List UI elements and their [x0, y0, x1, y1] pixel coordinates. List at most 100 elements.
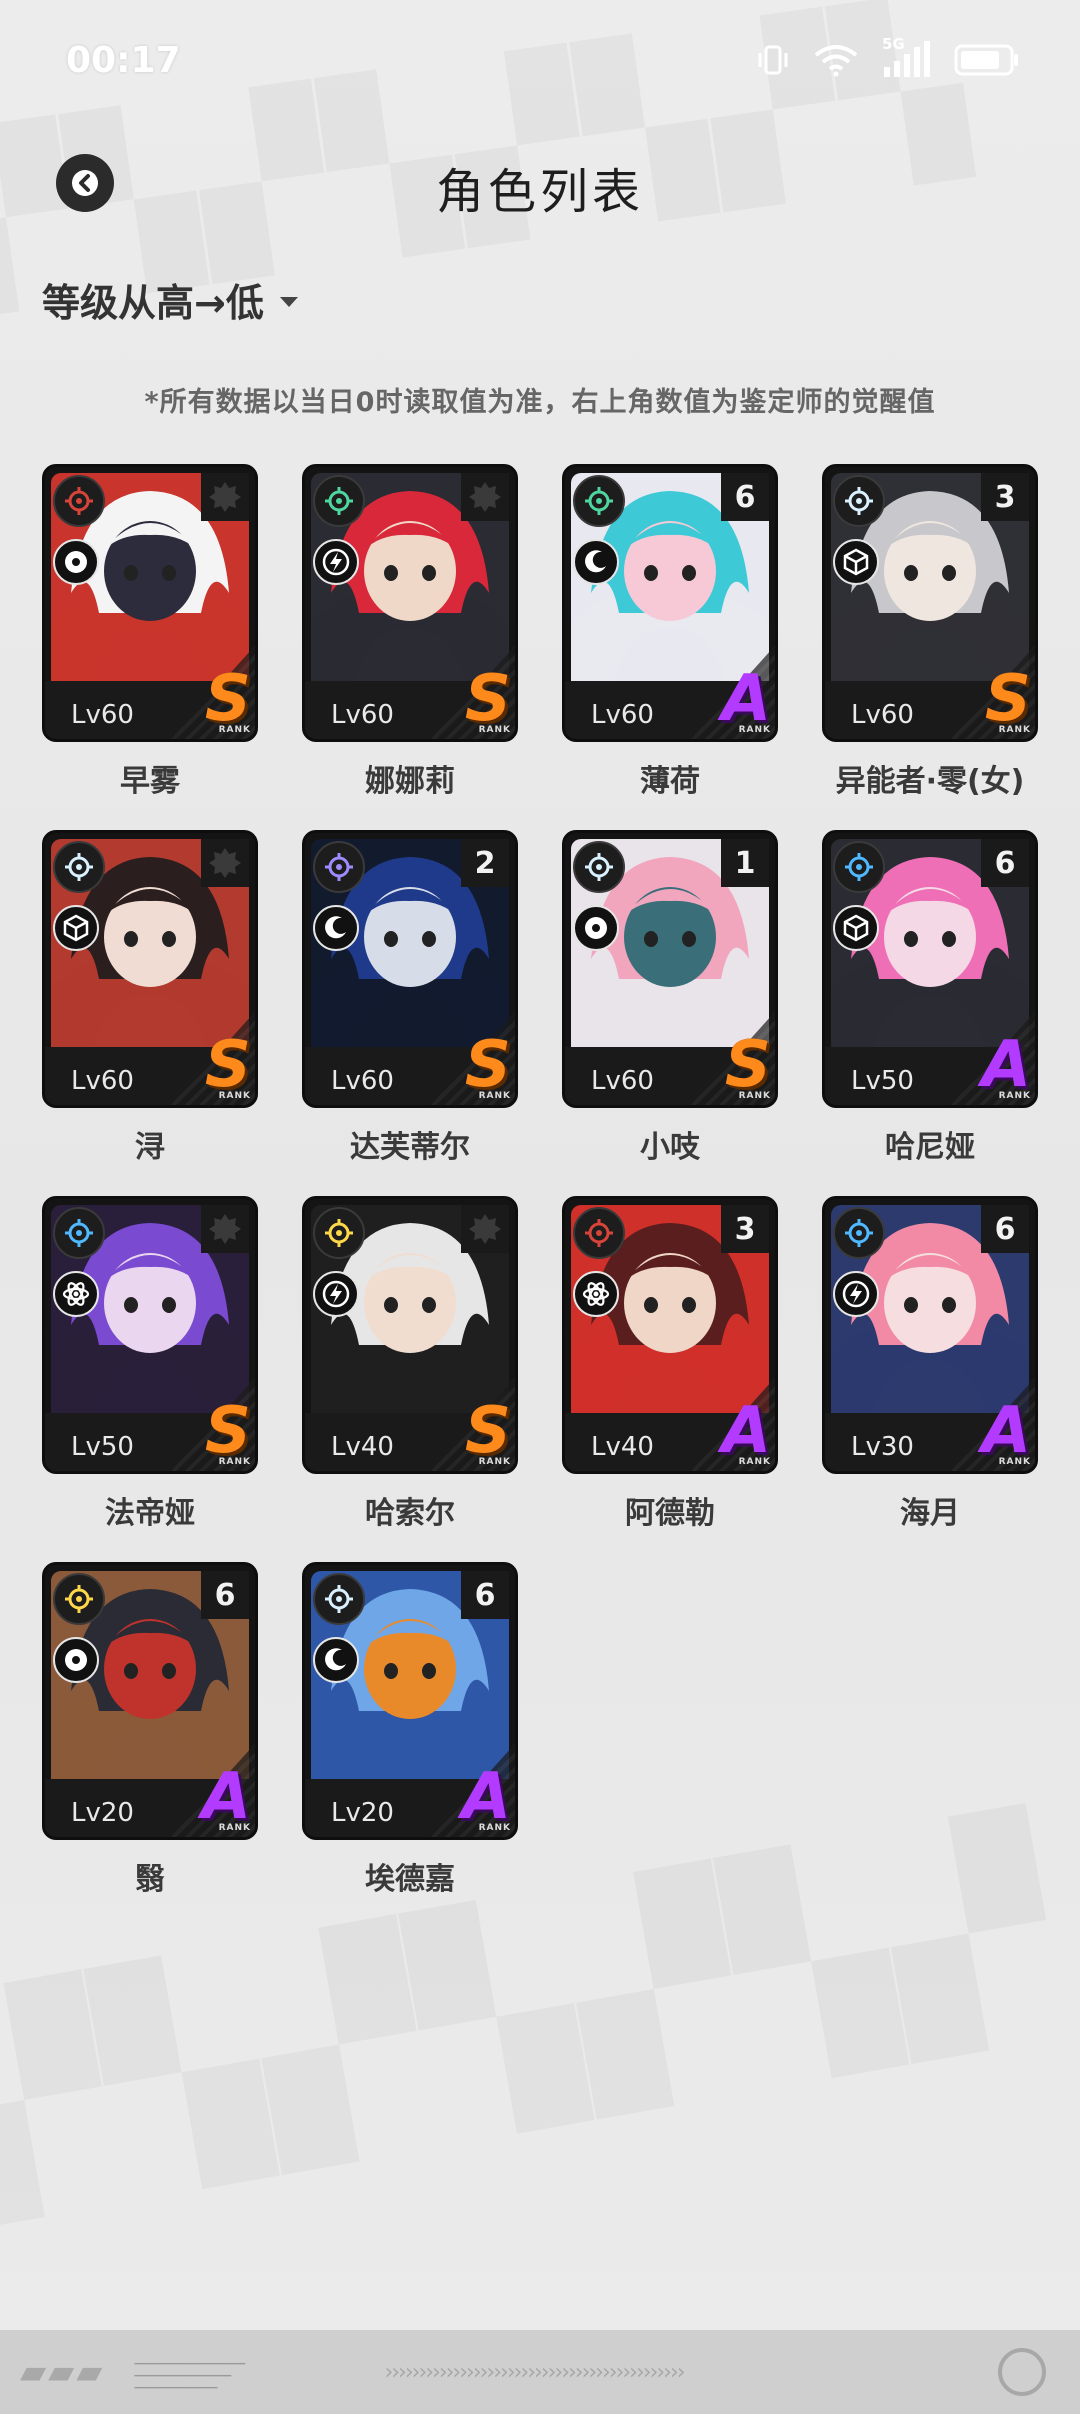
- rank-badge: S RANK: [191, 647, 255, 737]
- element-icon: [833, 841, 885, 893]
- card-footer: Lv60 S RANK: [45, 1033, 255, 1105]
- character-card[interactable]: 6 Lv50 A RANK 哈尼娅: [822, 830, 1038, 1166]
- character-portrait-card[interactable]: 1 Lv60 S RANK: [562, 830, 778, 1108]
- card-footer: Lv60 S RANK: [305, 1033, 515, 1105]
- character-card[interactable]: 3 Lv40 A RANK 阿德勒: [562, 1196, 778, 1532]
- character-portrait-card[interactable]: 6 Lv50 A RANK: [822, 830, 1038, 1108]
- character-portrait-card[interactable]: 6 Lv30 A RANK: [822, 1196, 1038, 1474]
- awaken-badge: [461, 473, 509, 521]
- rank-letter: A: [981, 1394, 1031, 1468]
- character-portrait-card[interactable]: 3 Lv60 S RANK: [822, 464, 1038, 742]
- character-portrait-card[interactable]: Lv60 S RANK: [42, 830, 258, 1108]
- sort-dropdown[interactable]: 等级从高→低: [42, 272, 298, 327]
- rank-sublabel: RANK: [218, 725, 251, 735]
- card-footer: Lv60 S RANK: [565, 1033, 775, 1105]
- atom-type-icon: [53, 1271, 99, 1317]
- awaken-badge: [201, 839, 249, 887]
- character-card[interactable]: 1 Lv60 S RANK 小吱: [562, 830, 778, 1166]
- card-footer: Lv60 A RANK: [565, 667, 775, 739]
- character-name: 翳: [135, 1862, 165, 1897]
- battery-icon: [954, 43, 1020, 77]
- character-name: 哈尼娅: [885, 1130, 975, 1165]
- character-portrait-card[interactable]: 6 Lv60 A RANK: [562, 464, 778, 742]
- character-name: 早雾: [120, 764, 180, 799]
- character-card[interactable]: 6 Lv60 A RANK 薄荷: [562, 464, 778, 800]
- rank-sublabel: RANK: [738, 725, 771, 735]
- awaken-badge: 6: [461, 1571, 509, 1619]
- character-card[interactable]: Lv60 S RANK 浔: [42, 830, 258, 1166]
- character-name: 埃德嘉: [365, 1862, 455, 1897]
- character-portrait-card[interactable]: Lv40 S RANK: [302, 1196, 518, 1474]
- awaken-empty-icon: [209, 848, 241, 878]
- element-icon: [833, 1207, 885, 1259]
- rank-sublabel: RANK: [738, 1091, 771, 1101]
- character-portrait-card[interactable]: Lv60 S RANK: [42, 464, 258, 742]
- element-icon: [53, 1573, 105, 1625]
- rank-badge: S RANK: [191, 1379, 255, 1469]
- signal-icon: 5G: [882, 35, 932, 79]
- awaken-badge: [461, 1205, 509, 1253]
- character-card[interactable]: Lv50 S RANK 法帝娅: [42, 1196, 258, 1532]
- rank-letter: S: [724, 1028, 771, 1102]
- page-title: 角色列表: [435, 164, 644, 220]
- character-card[interactable]: 2 Lv60 S RANK 达芙蒂尔: [302, 830, 518, 1166]
- rank-letter: S: [464, 1028, 511, 1102]
- awaken-empty-icon: [209, 482, 241, 512]
- rank-sublabel: RANK: [218, 1457, 251, 1467]
- character-card[interactable]: 6 Lv20 A RANK 埃德嘉: [302, 1562, 518, 1898]
- moon-type-icon: [313, 905, 359, 951]
- character-name: 异能者·零(女): [835, 764, 1025, 799]
- character-card[interactable]: Lv60 S RANK 早雾: [42, 464, 258, 800]
- rank-sublabel: RANK: [478, 1823, 511, 1833]
- character-name: 海月: [900, 1496, 960, 1531]
- card-footer: Lv60 S RANK: [305, 667, 515, 739]
- rank-badge: A RANK: [971, 1013, 1035, 1103]
- character-card[interactable]: 3 Lv60 S RANK 异能者·零(女): [822, 464, 1038, 800]
- character-portrait-card[interactable]: 6 Lv20 A RANK: [302, 1562, 518, 1840]
- status-bar: 00:17 5G: [0, 0, 1080, 120]
- awaken-value: 6: [214, 1577, 236, 1613]
- character-card[interactable]: Lv40 S RANK 哈索尔: [302, 1196, 518, 1532]
- character-card[interactable]: Lv60 S RANK 娜娜莉: [302, 464, 518, 800]
- awaken-badge: 6: [981, 839, 1029, 887]
- awaken-badge: [201, 473, 249, 521]
- element-icon: [573, 1207, 625, 1259]
- character-name: 浔: [135, 1130, 165, 1165]
- character-name: 薄荷: [640, 764, 700, 799]
- character-card[interactable]: 6 Lv20 A RANK 翳: [42, 1562, 258, 1898]
- awaken-badge: 3: [981, 473, 1029, 521]
- level-label: Lv60: [331, 1066, 394, 1096]
- rank-sublabel: RANK: [218, 1823, 251, 1833]
- footer-bar: ▰▰▰ ▁▁▁▁▁▁▁▁▁▁▁▁▁▁▁▁ ▁▁▁▁▁▁▁▁▁▁▁▁▁▁ ▁▁▁▁▁▁…: [0, 2330, 1080, 2414]
- character-portrait-card[interactable]: 2 Lv60 S RANK: [302, 830, 518, 1108]
- character-portrait-card[interactable]: 3 Lv40 A RANK: [562, 1196, 778, 1474]
- awaken-badge: 1: [721, 839, 769, 887]
- status-icons: 5G: [756, 35, 1020, 79]
- page-header: 角色列表: [0, 140, 1080, 224]
- character-name: 阿德勒: [625, 1496, 715, 1531]
- level-label: Lv60: [851, 700, 914, 730]
- element-icon: [53, 1207, 105, 1259]
- card-footer: Lv40 A RANK: [565, 1399, 775, 1471]
- character-grid: Lv60 S RANK 早雾 Lv60 S RANK 娜娜莉 6 Lv60 A RANK 薄荷 3 Lv60…: [42, 464, 1038, 1898]
- rank-badge: A RANK: [451, 1745, 515, 1835]
- character-name: 法帝娅: [105, 1496, 195, 1531]
- awaken-value: 3: [994, 479, 1016, 515]
- card-footer: Lv20 A RANK: [45, 1765, 255, 1837]
- footer-fineprint: ▁▁▁▁▁▁▁▁▁▁▁▁▁▁▁▁ ▁▁▁▁▁▁▁▁▁▁▁▁▁▁ ▁▁▁▁▁▁▁▁▁▁…: [134, 2355, 246, 2389]
- rank-sublabel: RANK: [998, 725, 1031, 735]
- rank-badge: S RANK: [971, 647, 1035, 737]
- character-card[interactable]: 6 Lv30 A RANK 海月: [822, 1196, 1038, 1532]
- character-portrait-card[interactable]: 6 Lv20 A RANK: [42, 1562, 258, 1840]
- element-icon: [53, 475, 105, 527]
- level-label: Lv60: [591, 700, 654, 730]
- level-label: Lv20: [71, 1798, 134, 1828]
- rank-letter: A: [981, 1028, 1031, 1102]
- rank-letter: S: [204, 1394, 251, 1468]
- rank-letter: S: [464, 1394, 511, 1468]
- character-portrait-card[interactable]: Lv60 S RANK: [302, 464, 518, 742]
- character-portrait-card[interactable]: Lv50 S RANK: [42, 1196, 258, 1474]
- bolt-type-icon: [313, 539, 359, 585]
- wifi-icon: [812, 43, 860, 77]
- awaken-value: 6: [994, 1211, 1016, 1247]
